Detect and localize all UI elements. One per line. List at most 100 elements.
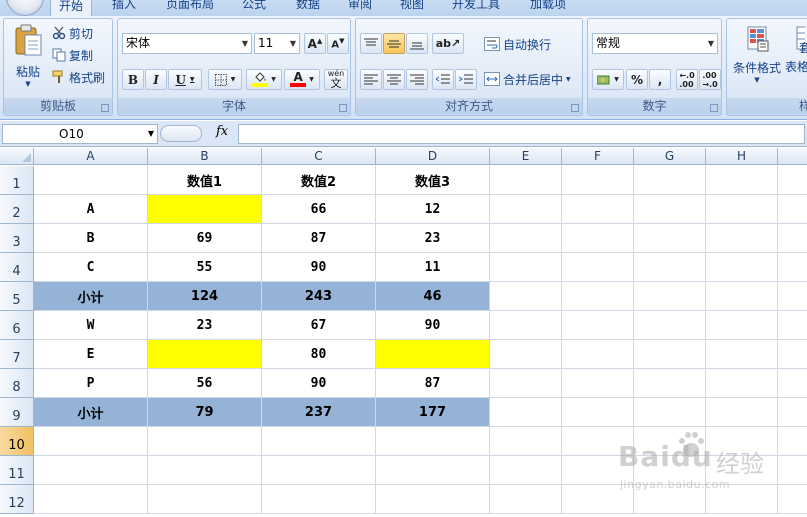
cell-a11[interactable] [34, 456, 148, 485]
underline-button[interactable]: U ▼ [168, 69, 202, 90]
insert-function-button[interactable]: fx [216, 124, 228, 139]
conditional-formatting-button[interactable]: 条件格式 ▼ [729, 25, 785, 95]
cell-i3[interactable] [778, 224, 807, 253]
cell-d7[interactable] [376, 340, 490, 369]
cell-i9[interactable] [778, 398, 807, 427]
cell-a8[interactable]: P [34, 369, 148, 398]
format-as-table-button[interactable]: 套 表格 [785, 25, 807, 95]
font-color-button[interactable]: A ▼ [284, 69, 320, 90]
tab-formulas[interactable]: 公式 [242, 0, 266, 14]
cell-h9[interactable] [706, 398, 778, 427]
cell-e9[interactable] [490, 398, 562, 427]
formula-expand-handle[interactable] [160, 125, 202, 142]
align-top-button[interactable] [360, 33, 382, 54]
copy-button[interactable]: 复制 [52, 46, 93, 64]
column-header-c[interactable]: C [262, 148, 376, 165]
align-middle-button[interactable] [383, 33, 405, 54]
row-header-5[interactable]: 5 [0, 282, 34, 311]
cell-b9[interactable]: 79 [148, 398, 262, 427]
cell-d11[interactable] [376, 456, 490, 485]
row-header-12[interactable]: 12 [0, 485, 34, 514]
cell-g7[interactable] [634, 340, 706, 369]
cell-f7[interactable] [562, 340, 634, 369]
tab-developer[interactable]: 开发工具 [452, 0, 500, 14]
tab-insert[interactable]: 插入 [112, 0, 136, 14]
cell-d2[interactable]: 12 [376, 195, 490, 224]
office-button[interactable] [6, 0, 44, 16]
cell-h3[interactable] [706, 224, 778, 253]
alignment-dialog-launcher[interactable] [571, 104, 579, 112]
cell-a5[interactable]: 小计 [34, 282, 148, 311]
decrease-indent-button[interactable] [432, 69, 454, 90]
row-header-2[interactable]: 2 [0, 195, 34, 224]
cell-a3[interactable]: B [34, 224, 148, 253]
cell-f6[interactable] [562, 311, 634, 340]
column-header-g[interactable]: G [634, 148, 706, 165]
font-dialog-launcher[interactable] [339, 104, 347, 112]
tab-home[interactable]: 开始 [50, 0, 93, 16]
column-header-b[interactable]: B [148, 148, 262, 165]
cell-b10[interactable] [148, 427, 262, 456]
cell-e6[interactable] [490, 311, 562, 340]
font-size-select[interactable]: 11 ▼ [254, 33, 300, 54]
cell-a12[interactable] [34, 485, 148, 514]
increase-indent-button[interactable] [455, 69, 477, 90]
cell-c10[interactable] [262, 427, 376, 456]
row-header-11[interactable]: 11 [0, 456, 34, 485]
decrease-decimal-button[interactable]: .00 →.0 [699, 69, 721, 90]
column-header-h[interactable]: H [706, 148, 778, 165]
cell-b5[interactable]: 124 [148, 282, 262, 311]
cell-d9[interactable]: 177 [376, 398, 490, 427]
cell-g6[interactable] [634, 311, 706, 340]
number-format-select[interactable]: 常规 ▼ [592, 33, 718, 54]
cell-i8[interactable] [778, 369, 807, 398]
cell-c2[interactable]: 66 [262, 195, 376, 224]
cell-g1[interactable] [634, 166, 706, 195]
cell-e12[interactable] [490, 485, 562, 514]
cell-h5[interactable] [706, 282, 778, 311]
bold-button[interactable]: B [122, 69, 144, 90]
cell-b6[interactable]: 23 [148, 311, 262, 340]
merge-center-button[interactable]: 合并后居中 ▼ [484, 70, 571, 88]
cell-a6[interactable]: W [34, 311, 148, 340]
orientation-button[interactable]: ab↗ [432, 33, 464, 54]
align-bottom-button[interactable] [406, 33, 428, 54]
cell-c4[interactable]: 90 [262, 253, 376, 282]
cell-b12[interactable] [148, 485, 262, 514]
cell-e11[interactable] [490, 456, 562, 485]
accounting-format-button[interactable]: ▼ [592, 69, 624, 90]
cell-c11[interactable] [262, 456, 376, 485]
number-dialog-launcher[interactable] [710, 104, 718, 112]
cell-i1[interactable] [778, 166, 807, 195]
cell-e4[interactable] [490, 253, 562, 282]
cell-e2[interactable] [490, 195, 562, 224]
cell-a7[interactable]: E [34, 340, 148, 369]
cell-e1[interactable] [490, 166, 562, 195]
row-header-7[interactable]: 7 [0, 340, 34, 369]
cell-d4[interactable]: 11 [376, 253, 490, 282]
cell-c1[interactable]: 数值2 [262, 166, 376, 195]
column-header-a[interactable]: A [34, 148, 148, 165]
cell-h7[interactable] [706, 340, 778, 369]
row-header-6[interactable]: 6 [0, 311, 34, 340]
select-all-button[interactable] [0, 148, 34, 165]
cell-e5[interactable] [490, 282, 562, 311]
row-header-9[interactable]: 9 [0, 398, 34, 427]
phonetic-button[interactable]: wén 文 [324, 69, 348, 90]
cell-a4[interactable]: C [34, 253, 148, 282]
cell-f8[interactable] [562, 369, 634, 398]
cell-h2[interactable] [706, 195, 778, 224]
cell-b4[interactable]: 55 [148, 253, 262, 282]
cell-f9[interactable] [562, 398, 634, 427]
cell-i4[interactable] [778, 253, 807, 282]
cell-d6[interactable]: 90 [376, 311, 490, 340]
row-header-4[interactable]: 4 [0, 253, 34, 282]
cell-c6[interactable]: 67 [262, 311, 376, 340]
cell-i6[interactable] [778, 311, 807, 340]
cell-f2[interactable] [562, 195, 634, 224]
cell-e7[interactable] [490, 340, 562, 369]
row-header-8[interactable]: 8 [0, 369, 34, 398]
cell-f4[interactable] [562, 253, 634, 282]
row-header-3[interactable]: 3 [0, 224, 34, 253]
cell-c3[interactable]: 87 [262, 224, 376, 253]
